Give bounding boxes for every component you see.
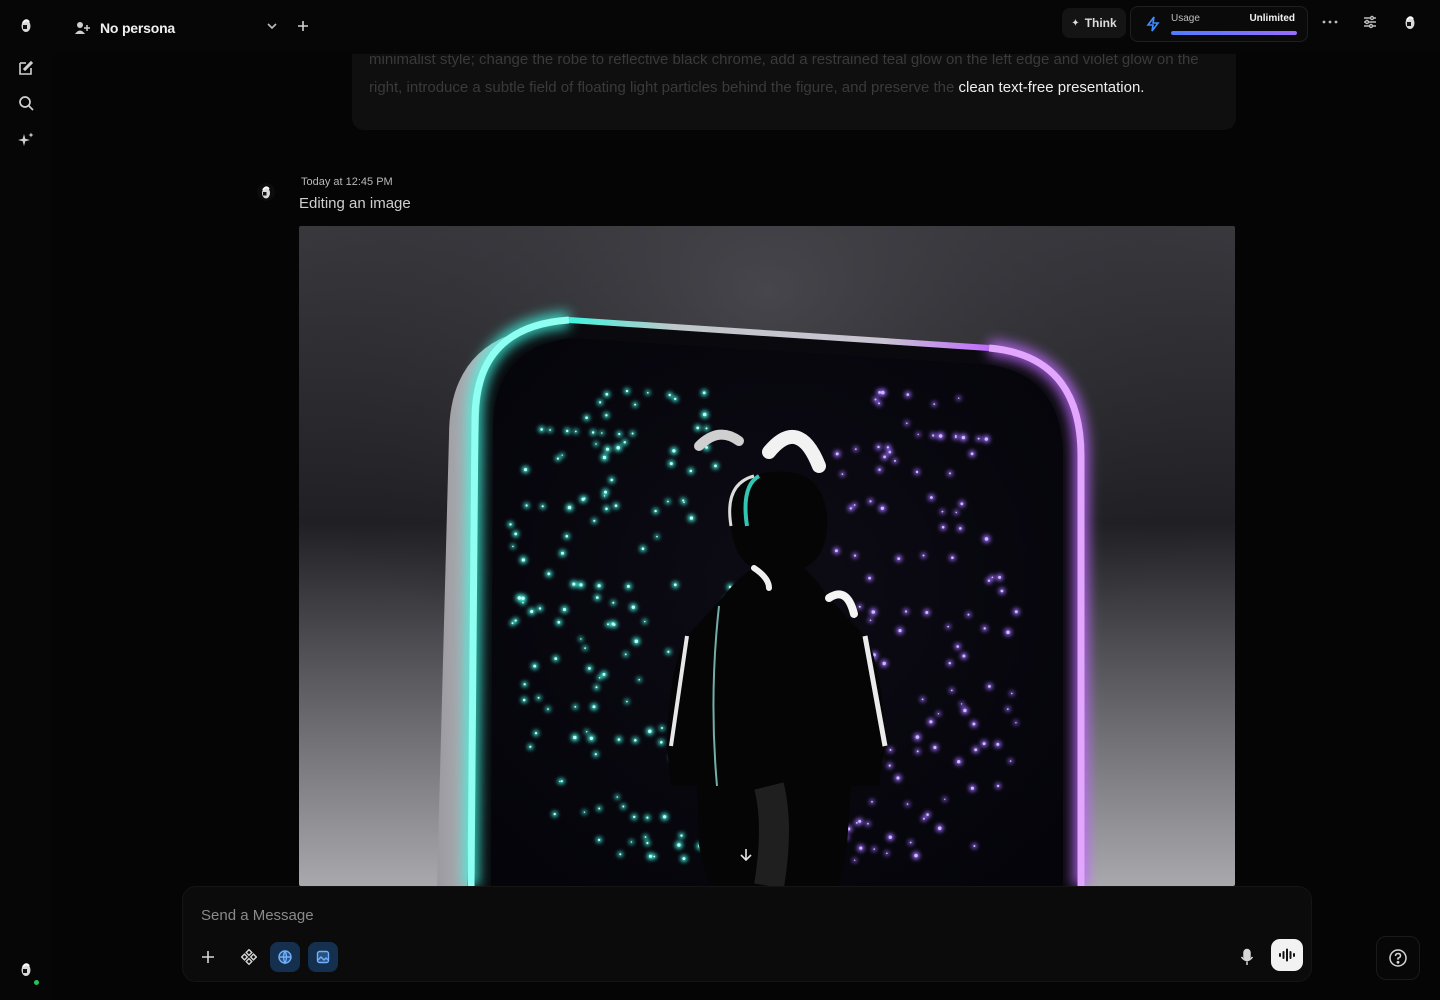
left-sidebar [0,0,52,1000]
logo-icon[interactable] [14,13,38,37]
persona-add-icon [75,22,90,34]
waveform-icon [1279,948,1295,962]
image-generation-toggle[interactable] [308,942,338,972]
microphone-icon [1240,948,1254,965]
web-search-toggle[interactable] [270,942,300,972]
usage-meter[interactable]: Usage Unlimited [1130,6,1308,42]
think-label: Think [1084,16,1117,30]
globe-icon [278,950,292,965]
help-button[interactable] [1376,936,1420,980]
more-options-icon[interactable] [1320,12,1340,32]
usage-value: Unlimited [1249,13,1295,24]
usage-label: Usage [1171,13,1200,24]
search-icon[interactable] [14,91,38,115]
persona-selector[interactable]: No persona [74,14,175,42]
user-message-text: minimalist style; change the robe to ref… [369,46,1229,102]
think-button[interactable]: ✦ Think [1062,8,1126,38]
image-icon [316,950,330,964]
new-persona-button[interactable] [294,17,312,35]
integrations-icon [241,949,257,965]
assistant-status-text: Editing an image [299,195,411,212]
attach-plus-button[interactable] [193,942,223,972]
persona-label: No persona [100,20,176,36]
integrations-button[interactable] [234,942,264,972]
user-message-visible-text: clean text-free presentation. [958,79,1145,96]
usage-bar [1171,31,1297,35]
message-timestamp: Today at 12:45 PM [301,176,393,188]
plus-icon [202,951,214,963]
scroll-down-arrow-icon[interactable] [736,845,756,865]
sparkles-icon[interactable] [14,128,38,152]
message-input[interactable] [201,903,1201,927]
bolt-icon [1146,16,1160,32]
usage-bar-fill [1171,31,1297,35]
generated-image[interactable] [299,226,1235,886]
voice-mode-button[interactable] [1271,939,1303,971]
top-header: No persona ✦ Think Usage Unlimited [52,0,1440,54]
online-status-dot [34,980,39,985]
assistant-avatar-icon [256,182,276,202]
settings-sliders-icon[interactable] [1360,12,1380,32]
help-icon [1389,949,1407,967]
message-composer [182,886,1312,982]
new-chat-icon[interactable] [14,56,38,80]
microphone-button[interactable] [1232,942,1262,972]
think-sparkle-icon: ✦ [1071,17,1080,29]
profile-avatar-icon[interactable] [1400,12,1420,32]
user-avatar[interactable] [14,957,38,981]
generated-image-artwork [299,226,1235,886]
chevron-down-icon[interactable] [264,18,280,34]
